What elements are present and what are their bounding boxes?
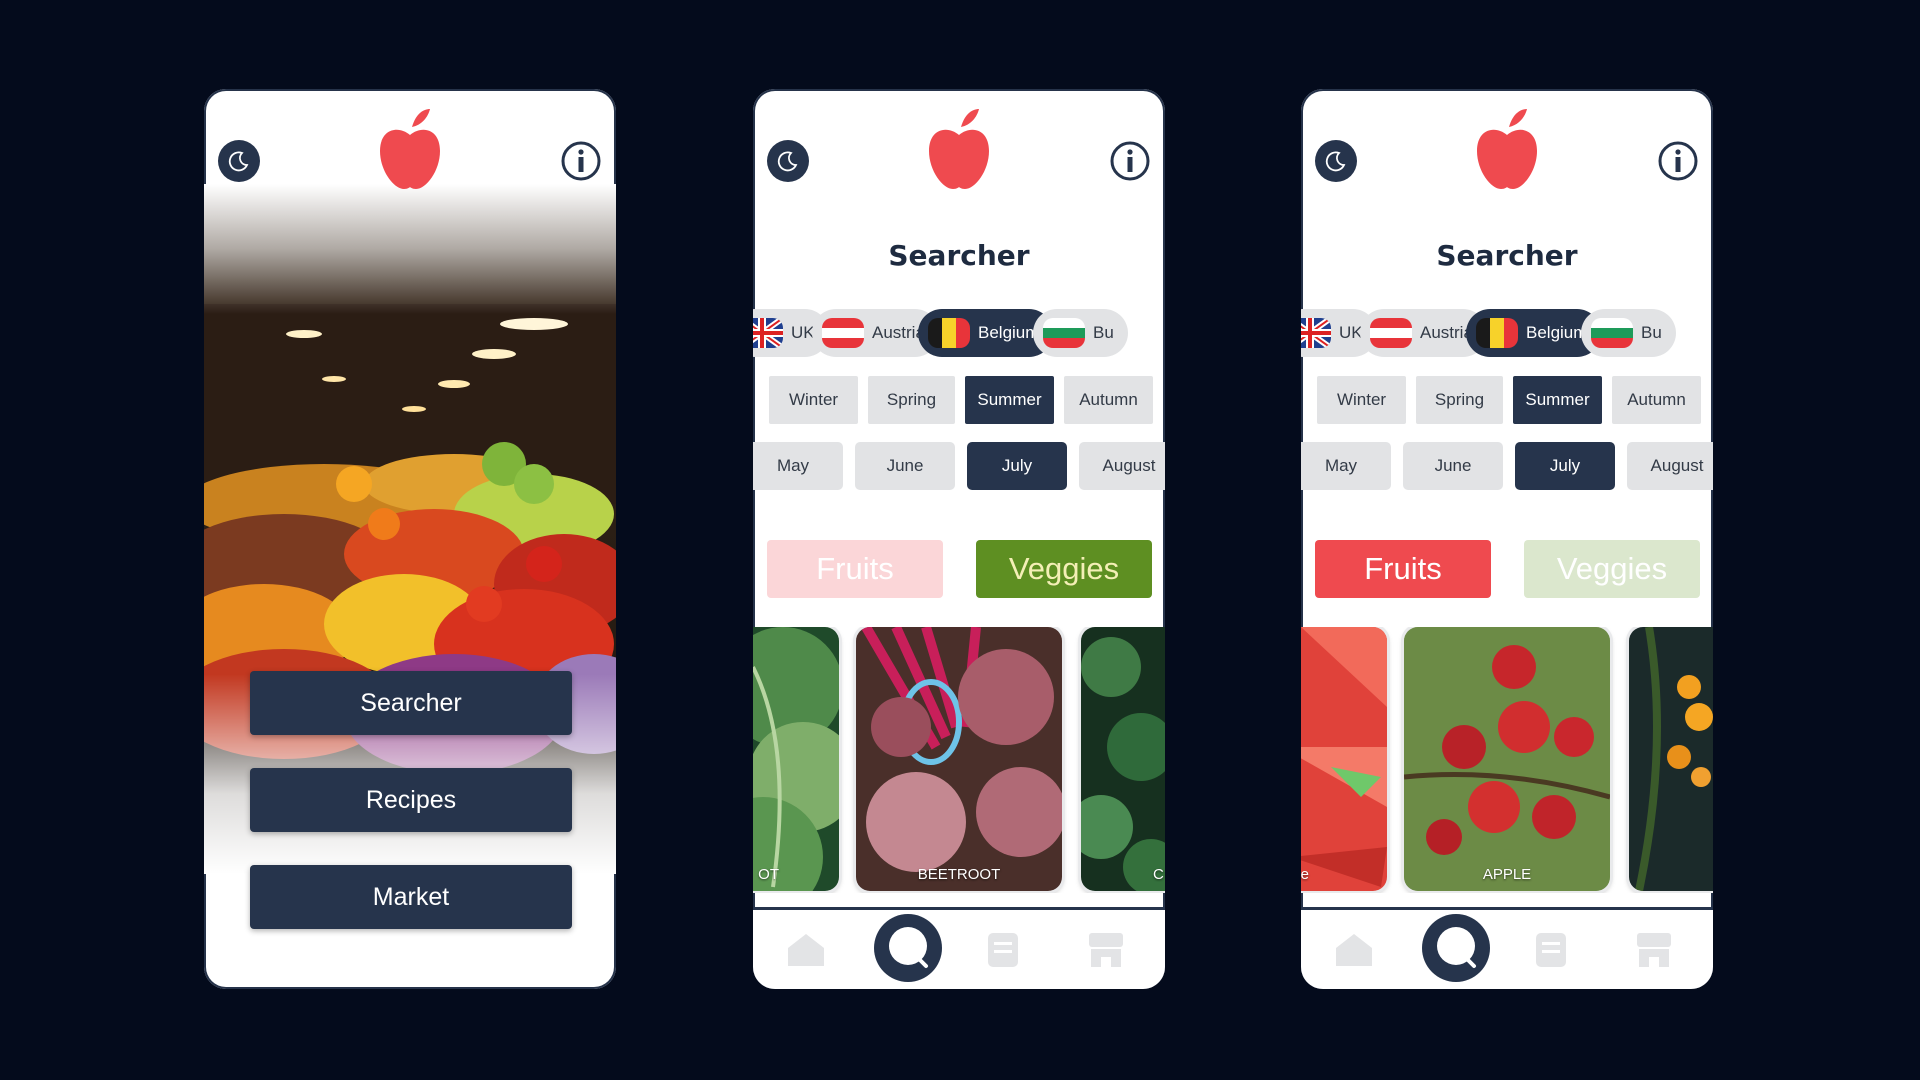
apple-logo xyxy=(929,109,989,189)
moon-icon[interactable] xyxy=(1315,140,1357,182)
season-summer[interactable]: Summer xyxy=(1513,376,1602,424)
card-label: e xyxy=(1301,866,1309,883)
season-selector: Winter Spring Summer Autumn xyxy=(1301,374,1713,426)
veggies-tab[interactable]: Veggies xyxy=(1524,540,1700,598)
apricot-image xyxy=(1629,627,1713,891)
info-icon[interactable] xyxy=(1109,140,1151,182)
country-chip-bulgaria[interactable]: Bu xyxy=(1581,309,1676,357)
country-label: Belgium xyxy=(1526,323,1588,342)
country-label: Bu xyxy=(1093,323,1114,342)
season-winter[interactable]: Winter xyxy=(769,376,858,424)
home-icon[interactable] xyxy=(1324,920,1384,980)
search-icon[interactable] xyxy=(874,914,942,982)
austria-flag-icon xyxy=(822,318,864,348)
card-label: C xyxy=(1153,866,1164,883)
market-button[interactable]: Market xyxy=(250,865,572,929)
season-summer[interactable]: Summer xyxy=(965,376,1054,424)
beetroot-image xyxy=(856,627,1062,891)
home-icon[interactable] xyxy=(776,920,836,980)
searcher-button[interactable]: Searcher xyxy=(250,671,572,735)
season-spring[interactable]: Spring xyxy=(1416,376,1503,424)
apple-tree-image xyxy=(1404,627,1610,891)
month-june[interactable]: June xyxy=(1403,442,1503,490)
brussels-sprouts-image xyxy=(1081,627,1165,891)
recipes-button[interactable]: Recipes xyxy=(250,768,572,832)
apple-logo xyxy=(380,109,440,189)
recipe-book-icon[interactable] xyxy=(1521,920,1581,980)
season-autumn[interactable]: Autumn xyxy=(1612,376,1701,424)
phone-home-screen: Searcher Recipes Market xyxy=(204,89,616,989)
market-icon[interactable] xyxy=(1624,920,1684,980)
month-august[interactable]: August xyxy=(1079,442,1165,490)
page-title: Searcher xyxy=(888,239,1030,272)
card-label: OT xyxy=(758,866,779,883)
bottom-nav xyxy=(753,907,1165,989)
produce-carousel: e APPLE xyxy=(1301,627,1713,893)
watermelon-image xyxy=(1301,627,1387,891)
phone-searcher-veggies: Searcher UK Austria Belgium Bu Winter Sp… xyxy=(753,89,1165,989)
moon-icon[interactable] xyxy=(767,140,809,182)
recipe-book-icon[interactable] xyxy=(973,920,1033,980)
top-bar xyxy=(204,89,616,209)
produce-card[interactable]: e xyxy=(1301,627,1387,891)
month-selector: May June July August xyxy=(1301,440,1713,492)
bulgaria-flag-icon xyxy=(1591,318,1633,348)
season-winter[interactable]: Winter xyxy=(1317,376,1406,424)
produce-card[interactable]: OT xyxy=(753,627,839,891)
belgium-flag-icon xyxy=(928,318,970,348)
uk-flag-icon xyxy=(1301,318,1331,348)
search-icon[interactable] xyxy=(1422,914,1490,982)
country-label: Austria xyxy=(1420,323,1473,342)
produce-card[interactable]: BEETROOT xyxy=(856,627,1062,891)
season-spring[interactable]: Spring xyxy=(868,376,955,424)
card-label: BEETROOT xyxy=(917,866,1001,883)
austria-flag-icon xyxy=(1370,318,1412,348)
belgium-flag-icon xyxy=(1476,318,1518,348)
bulgaria-flag-icon xyxy=(1043,318,1085,348)
month-may[interactable]: May xyxy=(753,442,843,490)
card-label: APPLE xyxy=(1482,866,1532,883)
month-selector: May June July August xyxy=(753,440,1165,492)
market-icon[interactable] xyxy=(1076,920,1136,980)
country-label: Bu xyxy=(1641,323,1662,342)
produce-carousel: OT BEETROOT C xyxy=(753,627,1165,893)
cabbage-image xyxy=(753,627,839,891)
month-may[interactable]: May xyxy=(1301,442,1391,490)
month-june[interactable]: June xyxy=(855,442,955,490)
bottom-nav xyxy=(1301,907,1713,989)
month-july[interactable]: July xyxy=(1515,442,1615,490)
season-autumn[interactable]: Autumn xyxy=(1064,376,1153,424)
country-chip-bulgaria[interactable]: Bu xyxy=(1033,309,1128,357)
produce-card[interactable]: APPLE xyxy=(1404,627,1610,891)
fruits-tab[interactable]: Fruits xyxy=(767,540,943,598)
produce-card[interactable]: C xyxy=(1081,627,1165,891)
moon-icon[interactable] xyxy=(218,140,260,182)
top-bar xyxy=(1301,89,1713,209)
top-bar xyxy=(753,89,1165,209)
info-icon[interactable] xyxy=(1657,140,1699,182)
produce-card[interactable] xyxy=(1629,627,1713,891)
country-label: Belgium xyxy=(978,323,1040,342)
uk-flag-icon xyxy=(753,318,783,348)
month-july[interactable]: July xyxy=(967,442,1067,490)
apple-logo xyxy=(1477,109,1537,189)
season-selector: Winter Spring Summer Autumn xyxy=(753,374,1165,426)
fruits-tab[interactable]: Fruits xyxy=(1315,540,1491,598)
info-icon[interactable] xyxy=(560,140,602,182)
country-label: Austria xyxy=(872,323,925,342)
veggies-tab[interactable]: Veggies xyxy=(976,540,1152,598)
country-selector: UK Austria Belgium Bu xyxy=(753,308,1165,360)
phone-searcher-fruits: Searcher UK Austria Belgium Bu Winter Sp… xyxy=(1301,89,1713,989)
page-title: Searcher xyxy=(1436,239,1578,272)
month-august[interactable]: August xyxy=(1627,442,1713,490)
country-selector: UK Austria Belgium Bu xyxy=(1301,308,1713,360)
